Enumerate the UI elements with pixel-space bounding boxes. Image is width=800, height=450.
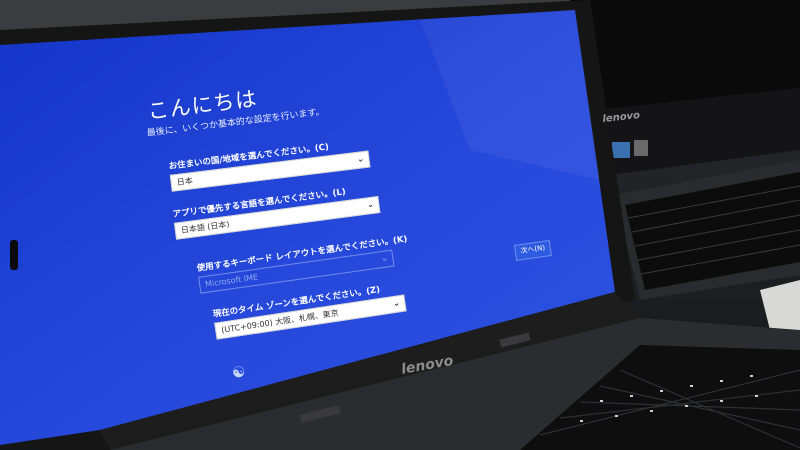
intel-sticker [634,140,648,156]
chevron-down-icon: ⌄ [392,298,402,310]
chevron-down-icon: ⌄ [380,253,390,265]
photo-background [0,0,800,450]
ease-of-access-icon[interactable]: ☯ [231,362,249,382]
language-value: 日本語 (日本) [180,219,230,235]
windows-sticker [612,142,630,158]
left-bezel-detail [10,240,18,270]
region-value: 日本 [176,176,194,188]
keyboard-value: Microsoft IME [204,272,259,289]
photo-scene: こんにちは 最後に、いくつか基本的な設定を行います。 お住まいの国/地域を選んで… [0,0,800,450]
chevron-down-icon: ⌄ [366,199,375,211]
chevron-down-icon: ⌄ [356,154,365,165]
